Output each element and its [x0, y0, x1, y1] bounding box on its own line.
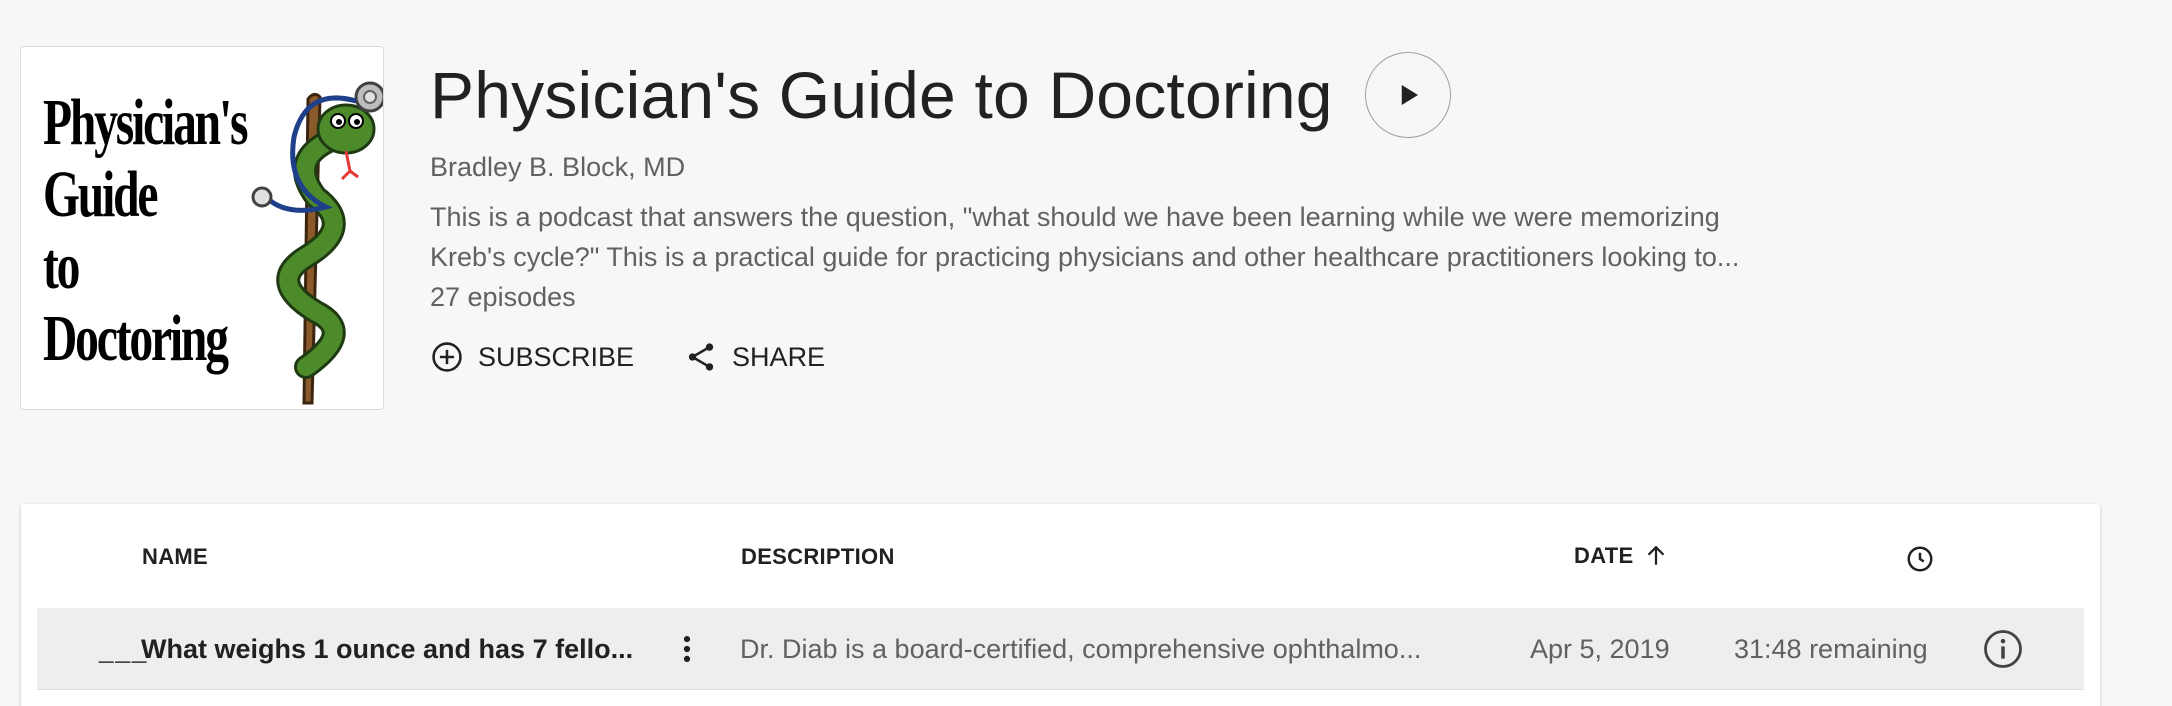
- episode-info-button[interactable]: [1982, 608, 2024, 690]
- share-button[interactable]: SHARE: [684, 340, 825, 374]
- play-button[interactable]: [1364, 52, 1451, 138]
- share-label: SHARE: [732, 341, 826, 372]
- column-header-name[interactable]: NAME: [142, 544, 208, 570]
- table-row[interactable]: ___ What weighs 1 ounce and has 7 fello.…: [37, 608, 2084, 690]
- cover-line-4: Doctoring: [43, 302, 229, 375]
- share-icon: [688, 343, 714, 371]
- podcast-description: This is a podcast that answers the quest…: [430, 197, 1800, 277]
- episode-date: Apr 5, 2019: [1530, 633, 1670, 664]
- column-header-date-label: DATE: [1574, 543, 1634, 568]
- info-icon: [1984, 630, 2022, 668]
- add-circle-icon: [432, 342, 462, 372]
- snake-staff-illustration: [251, 81, 383, 405]
- subscribe-label: SUBSCRIBE: [478, 341, 635, 372]
- podcast-page: Physician's Guide to Doctoring Physician…: [0, 0, 2172, 706]
- podcast-cover-art: Physician's Guide to Doctoring: [20, 46, 384, 410]
- clock-icon: [1907, 546, 1933, 572]
- cover-line-3: to: [43, 230, 80, 303]
- episode-name[interactable]: What weighs 1 ounce and has 7 fello...: [141, 608, 661, 690]
- podcast-author[interactable]: Bradley B. Block, MD: [430, 152, 685, 183]
- cover-line-2: Guide: [43, 158, 158, 231]
- more-options-button[interactable]: [670, 608, 704, 690]
- episode-count: 27 episodes: [430, 282, 576, 312]
- episode-description: Dr. Diab is a board-certified, comprehen…: [740, 633, 1422, 664]
- episode-remaining-time: 31:48 remaining: [1734, 633, 1928, 664]
- cover-line-1: Physician's: [43, 86, 248, 159]
- arrow-up-icon: [1648, 545, 1665, 565]
- column-header-description-label: DESCRIPTION: [741, 544, 895, 569]
- column-header-duration[interactable]: [1905, 544, 1935, 574]
- subscribe-button[interactable]: SUBSCRIBE: [430, 340, 634, 374]
- description-line-1: This is a podcast that answers the quest…: [430, 202, 1720, 232]
- description-line-2: Kreb's cycle?" This is a practical guide…: [430, 242, 1740, 272]
- cover-title-text: Physician's Guide to Doctoring: [43, 86, 248, 375]
- podcast-actions: SUBSCRIBE SHARE: [430, 340, 875, 374]
- column-header-date[interactable]: DATE: [1574, 541, 1671, 571]
- play-icon: [1401, 85, 1418, 105]
- episodes-table: NAME DESCRIPTION DATE ___ What weighs 1 …: [21, 504, 2100, 706]
- podcast-title: Physician's Guide to Doctoring: [430, 58, 1333, 132]
- podcast-title-row: Physician's Guide to Doctoring: [430, 52, 1451, 138]
- more-vert-icon: [683, 635, 691, 663]
- column-header-name-label: NAME: [142, 544, 208, 569]
- column-header-description: DESCRIPTION: [741, 544, 895, 570]
